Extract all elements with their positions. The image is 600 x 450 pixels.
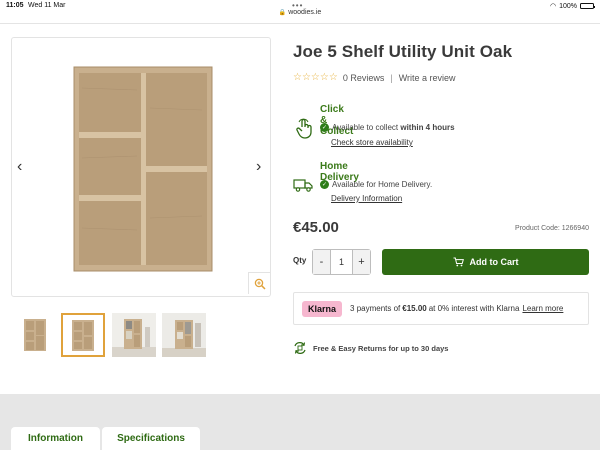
write-review-link[interactable]: Write a review bbox=[399, 73, 456, 83]
check-icon: ✓ bbox=[320, 180, 329, 189]
returns-info: Free & Easy Returns for up to 30 days bbox=[293, 341, 448, 355]
delivery-text: Available for Home Delivery. bbox=[332, 180, 433, 189]
thumbnail-3[interactable] bbox=[112, 313, 156, 357]
status-time: 11:05 bbox=[6, 2, 24, 9]
product-price: €45.00 bbox=[293, 219, 339, 236]
home-delivery-availability: ✓ Available for Home Delivery. bbox=[320, 180, 432, 189]
klarna-banner: Klarna 3 payments of €15.00 at 0% intere… bbox=[293, 292, 589, 325]
returns-icon bbox=[294, 342, 306, 354]
check-icon: ✓ bbox=[320, 123, 329, 132]
reviews-count[interactable]: 0 Reviews bbox=[343, 73, 385, 83]
zoom-icon bbox=[254, 278, 266, 290]
add-to-cart-button[interactable]: Add to Cart bbox=[382, 249, 589, 275]
delivery-information-link[interactable]: Delivery Information bbox=[331, 194, 402, 203]
klarna-logo: Klarna bbox=[302, 300, 343, 317]
collect-text: Available to collect bbox=[332, 123, 401, 132]
qty-label: Qty bbox=[293, 256, 307, 265]
product-gallery bbox=[11, 37, 271, 297]
cart-icon bbox=[453, 257, 464, 267]
click-collect-availability: ✓ Available to collect within 4 hours bbox=[320, 123, 455, 132]
quantity-input[interactable]: 1 bbox=[330, 250, 353, 274]
tab-specifications[interactable]: Specifications bbox=[102, 427, 200, 450]
thumbnail-2[interactable] bbox=[61, 313, 105, 357]
divider bbox=[0, 23, 600, 24]
rating-row: ☆☆☆☆☆ 0 Reviews | Write a review bbox=[293, 72, 456, 83]
decrease-qty-button[interactable]: - bbox=[313, 250, 330, 274]
add-to-cart-label: Add to Cart bbox=[469, 257, 519, 267]
tab-information[interactable]: Information bbox=[11, 427, 100, 450]
zoom-button[interactable] bbox=[248, 272, 270, 294]
url-bar[interactable]: 🔒 woodies.ie bbox=[0, 9, 600, 23]
delivery-truck-icon bbox=[293, 179, 313, 192]
divider: | bbox=[390, 72, 393, 83]
returns-text: Free & Easy Returns for up to 30 days bbox=[313, 343, 449, 353]
gallery-prev-arrow-icon[interactable]: ‹ bbox=[17, 158, 22, 176]
star-rating-icon[interactable]: ☆☆☆☆☆ bbox=[293, 72, 338, 83]
status-date: Wed 11 Mar bbox=[28, 2, 66, 9]
product-title: Joe 5 Shelf Utility Unit Oak bbox=[293, 42, 513, 61]
gallery-next-arrow-icon[interactable]: › bbox=[256, 158, 261, 176]
collect-time: within 4 hours bbox=[400, 123, 455, 132]
klarna-learn-more-link[interactable]: Learn more bbox=[522, 304, 563, 313]
url-text: woodies.ie bbox=[288, 9, 322, 16]
thumbnail-1[interactable] bbox=[14, 313, 58, 357]
click-collect-icon bbox=[296, 118, 312, 139]
check-store-availability-link[interactable]: Check store availability bbox=[331, 138, 413, 147]
klarna-text-suffix: at 0% interest with Klarna bbox=[428, 304, 520, 313]
quantity-stepper: - 1 + bbox=[312, 249, 371, 275]
klarna-amount: €15.00 bbox=[402, 304, 427, 313]
lock-icon: 🔒 bbox=[278, 10, 287, 16]
increase-qty-button[interactable]: + bbox=[353, 250, 370, 274]
click-collect-title: Click & Collect bbox=[320, 104, 354, 137]
product-code: Product Code: 1266940 bbox=[515, 225, 589, 232]
klarna-text-prefix: 3 payments of bbox=[350, 304, 401, 313]
thumbnail-4[interactable] bbox=[162, 313, 206, 357]
product-main-image bbox=[73, 66, 213, 272]
